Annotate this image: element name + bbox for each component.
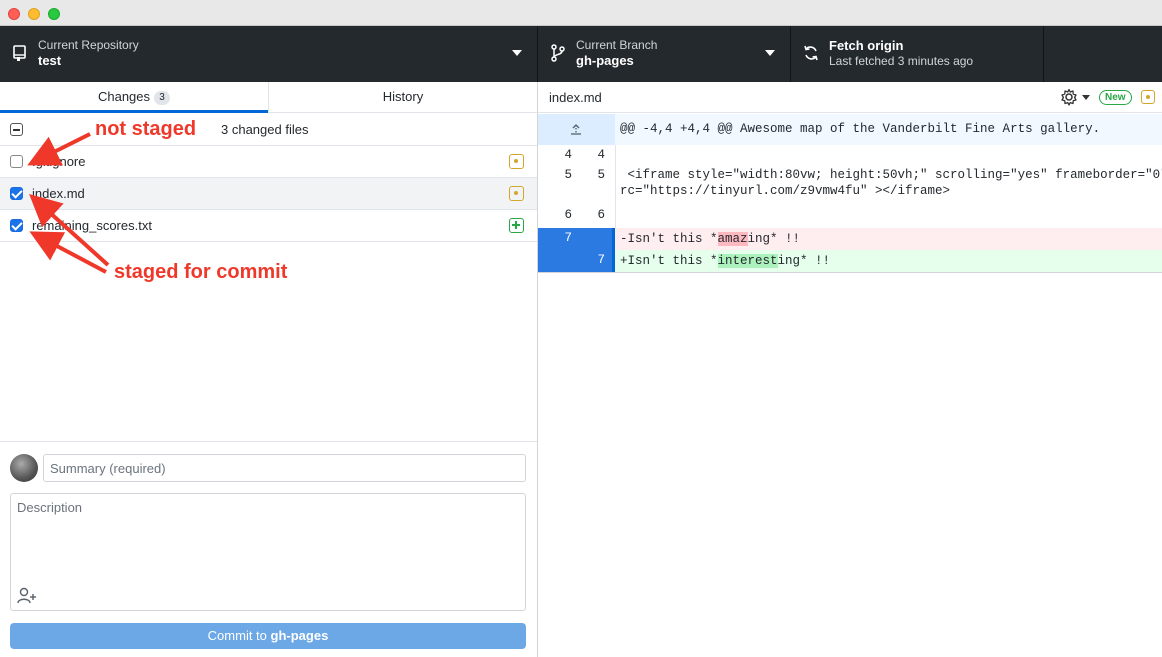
commit-button-branch: gh-pages <box>270 628 329 643</box>
file-row-gitignore[interactable]: .gitignore <box>0 146 537 178</box>
changed-files-count: 3 changed files <box>221 122 309 137</box>
diff-header: index.md New <box>538 82 1162 113</box>
tab-changes-label: Changes <box>97 89 151 104</box>
gear-icon[interactable] <box>1060 88 1078 106</box>
file-checkbox[interactable] <box>10 187 23 200</box>
current-branch-name: gh-pages <box>576 53 634 68</box>
chevron-down-icon <box>765 50 775 56</box>
new-line-number: 5 <box>597 168 605 182</box>
old-line-number: 6 <box>564 208 572 222</box>
inserted-line[interactable]: 7 +Isn't this *interesting* !! <box>538 250 1162 272</box>
user-avatar <box>10 454 38 482</box>
new-line-number: 4 <box>597 148 605 162</box>
changes-sidebar: Changes 3 History 3 changed files .gitign… <box>0 82 538 657</box>
diff-end-divider <box>538 272 1162 273</box>
tab-history[interactable]: History <box>268 82 537 113</box>
diff-line-text: <iframe style="width:80vw; height:50vh;"… <box>620 168 1162 182</box>
hunk-header-text: @@ -4,4 +4,4 @@ Awesome map of the Vande… <box>620 122 1101 136</box>
deleted-line[interactable]: 7 -Isn't this *amazing* !! <box>538 228 1162 250</box>
fetch-origin-button[interactable]: Fetch origin Last fetched 3 minutes ago <box>791 26 1044 82</box>
deleted-text-pre: -Isn't this * <box>620 232 718 246</box>
window-titlebar <box>0 0 1162 26</box>
current-repository-caption: Current Repository <box>38 38 139 52</box>
gutter-separator <box>615 165 616 205</box>
close-window-button[interactable] <box>8 8 20 20</box>
annotation-staged: staged for commit <box>114 261 288 283</box>
modified-icon <box>509 154 524 169</box>
inserted-text-pre: +Isn't this * <box>620 254 718 268</box>
tab-history-label: History <box>382 89 424 104</box>
file-checkbox[interactable] <box>10 155 23 168</box>
diff-line: 6 6 <box>538 205 1162 228</box>
changed-files-header: 3 changed files <box>0 114 537 146</box>
current-repository-button[interactable]: Current Repository test <box>0 26 538 82</box>
commit-button[interactable]: Commit to gh-pages <box>10 623 526 649</box>
commit-button-prefix: Commit to <box>207 628 271 643</box>
commit-message-panel: Summary (required) Description Commit to… <box>0 441 537 657</box>
file-name: remaining_scores.txt <box>32 218 152 233</box>
file-row-index-md[interactable]: index.md <box>0 178 537 210</box>
arrow-staged-scores <box>29 231 107 274</box>
file-checkbox[interactable] <box>10 219 23 232</box>
annotation-not-staged: not staged <box>95 118 197 140</box>
current-repository-name: test <box>38 53 62 68</box>
gutter-separator <box>615 205 616 228</box>
sync-icon <box>804 45 818 61</box>
new-line-number: 6 <box>597 208 605 222</box>
current-branch-caption: Current Branch <box>576 38 658 52</box>
hunk-header-line: @@ -4,4 +4,4 @@ Awesome map of the Vande… <box>538 114 1162 145</box>
added-icon <box>509 218 524 233</box>
description-textarea[interactable]: Description <box>10 493 526 611</box>
gutter <box>538 250 577 272</box>
add-coauthor-icon[interactable] <box>17 586 37 604</box>
diff-line-text-wrap: rc="https://tinyurl.com/z9vmw4fu" ></ifr… <box>620 184 951 198</box>
summary-input[interactable]: Summary (required) <box>43 454 526 482</box>
deleted-text-post: ing* !! <box>747 232 801 246</box>
changes-count-badge: 3 <box>154 91 171 105</box>
old-line-number: 7 <box>538 228 577 250</box>
repo-icon <box>13 45 26 61</box>
chevron-down-icon[interactable] <box>1082 95 1090 100</box>
branch-icon <box>551 44 565 62</box>
file-row-remaining-scores[interactable]: remaining_scores.txt <box>0 210 537 242</box>
app-toolbar: Current Repository test Current Branch g… <box>0 26 1162 82</box>
old-line-number: 4 <box>564 148 572 162</box>
line-selection-bar <box>612 250 615 272</box>
tab-changes[interactable]: Changes 3 <box>0 82 268 113</box>
inserted-highlight: interest <box>717 254 778 268</box>
diff-line: 4 4 <box>538 145 1162 165</box>
fetch-origin-label: Fetch origin <box>829 38 904 53</box>
expand-up-icon[interactable] <box>569 122 583 136</box>
gutter <box>577 228 615 250</box>
modified-icon <box>1141 90 1155 104</box>
file-name: .gitignore <box>32 154 86 169</box>
diff-filename: index.md <box>549 90 602 105</box>
description-placeholder: Description <box>17 500 83 515</box>
zoom-window-button[interactable] <box>48 8 60 20</box>
new-line-number: 7 <box>577 250 615 272</box>
last-fetched-text: Last fetched 3 minutes ago <box>829 54 974 68</box>
sidebar-tabs: Changes 3 History <box>0 82 537 113</box>
chevron-down-icon <box>512 50 522 56</box>
deleted-highlight: amaz <box>717 232 748 246</box>
diff-panel: index.md New @@ -4,4 +4,4 @@ Awesome map… <box>538 82 1162 657</box>
gutter-separator <box>615 145 616 165</box>
diff-line: 5 5 <iframe style="width:80vw; height:50… <box>538 165 1162 205</box>
inserted-text-post: ing* !! <box>777 254 831 268</box>
modified-icon <box>509 186 524 201</box>
new-badge: New <box>1099 90 1132 105</box>
line-selection-bar <box>612 228 615 250</box>
minimize-window-button[interactable] <box>28 8 40 20</box>
select-all-checkbox[interactable] <box>10 123 23 136</box>
file-name: index.md <box>32 186 85 201</box>
current-branch-button[interactable]: Current Branch gh-pages <box>538 26 791 82</box>
old-line-number: 5 <box>564 168 572 182</box>
